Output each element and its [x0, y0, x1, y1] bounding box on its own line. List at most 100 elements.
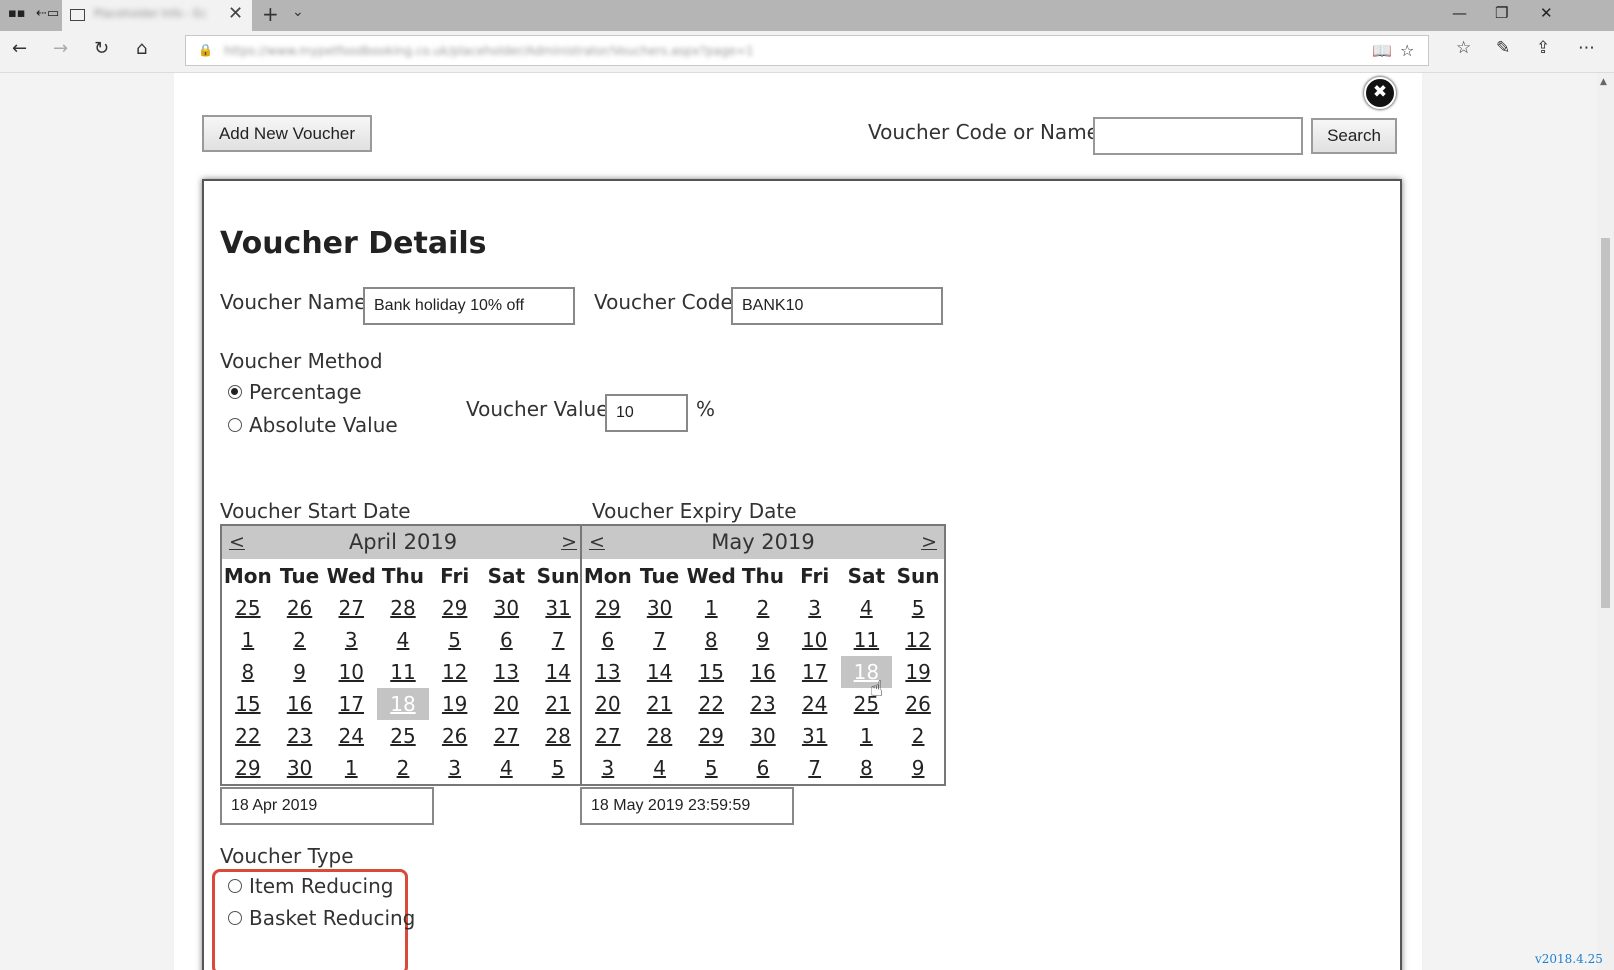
calendar-day[interactable]: 6: [582, 624, 634, 656]
calendar-day[interactable]: 2: [377, 752, 429, 784]
scroll-up-icon[interactable]: ▲: [1600, 77, 1607, 87]
type-basket-reducing-radio[interactable]: [228, 911, 242, 925]
calendar-day[interactable]: 13: [481, 656, 533, 688]
more-icon[interactable]: ⋯: [1578, 38, 1595, 58]
calendar-day[interactable]: 2: [892, 720, 944, 752]
calendar-day[interactable]: 8: [841, 752, 893, 784]
calendar-day[interactable]: 16: [737, 656, 789, 688]
calendar-day[interactable]: 5: [429, 624, 481, 656]
calendar-day[interactable]: 25: [841, 688, 893, 720]
calendar-day[interactable]: 10: [325, 656, 377, 688]
next-month-link[interactable]: >: [561, 531, 577, 553]
calendar-day[interactable]: 29: [685, 720, 737, 752]
calendar-day[interactable]: 5: [685, 752, 737, 784]
calendar-day[interactable]: 21: [634, 688, 686, 720]
calendar-day[interactable]: 6: [737, 752, 789, 784]
calendar-day[interactable]: 3: [429, 752, 481, 784]
calendar-day[interactable]: 15: [222, 688, 274, 720]
calendar-day[interactable]: 9: [274, 656, 326, 688]
calendar-day[interactable]: 25: [377, 720, 429, 752]
calendar-day[interactable]: 9: [892, 752, 944, 784]
favorites-icon[interactable]: ☆: [1456, 38, 1471, 58]
calendar-day[interactable]: 22: [222, 720, 274, 752]
calendar-day[interactable]: 12: [892, 624, 944, 656]
calendar-day[interactable]: 12: [429, 656, 481, 688]
calendar-day[interactable]: 23: [274, 720, 326, 752]
calendar-day[interactable]: 20: [582, 688, 634, 720]
address-bar[interactable]: 🔒 https://www.mypetfoodbooking.co.uk/pla…: [185, 35, 1429, 66]
calendar-day[interactable]: 20: [481, 688, 533, 720]
calendar-day[interactable]: 26: [429, 720, 481, 752]
calendar-day[interactable]: 14: [634, 656, 686, 688]
calendar-day[interactable]: 22: [685, 688, 737, 720]
voucher-code-field[interactable]: BANK10: [731, 287, 943, 325]
voucher-name-field[interactable]: Bank holiday 10% off: [363, 287, 575, 325]
refresh-icon[interactable]: ↻: [94, 38, 109, 59]
calendar-day[interactable]: 16: [274, 688, 326, 720]
new-tab-icon[interactable]: +: [262, 2, 279, 26]
calendar-day[interactable]: 4: [377, 624, 429, 656]
voucher-value-field[interactable]: 10: [605, 394, 688, 432]
restore-icon[interactable]: ❐: [1495, 4, 1508, 22]
calendar-day[interactable]: 28: [377, 592, 429, 624]
calendar-day[interactable]: 19: [429, 688, 481, 720]
calendar-day[interactable]: 7: [532, 624, 584, 656]
calendar-day[interactable]: 8: [685, 624, 737, 656]
calendar-day[interactable]: 24: [325, 720, 377, 752]
calendar-day[interactable]: 7: [789, 752, 841, 784]
calendar-day[interactable]: 11: [841, 624, 893, 656]
calendar-day[interactable]: 30: [481, 592, 533, 624]
calendar-day[interactable]: 4: [481, 752, 533, 784]
scrollbar-thumb[interactable]: [1601, 238, 1610, 608]
browser-tab[interactable]: Placeholder Info - Ec ✕: [62, 0, 252, 31]
reading-view-icon[interactable]: 📖: [1372, 41, 1392, 60]
calendar-day[interactable]: 3: [325, 624, 377, 656]
calendar-day[interactable]: 21: [532, 688, 584, 720]
calendar-day[interactable]: 18: [840, 656, 893, 688]
calendar-day[interactable]: 2: [274, 624, 326, 656]
pen-icon[interactable]: ✎: [1496, 38, 1510, 58]
calendar-day[interactable]: 5: [532, 752, 584, 784]
calendar-day[interactable]: 31: [789, 720, 841, 752]
tab-close-icon[interactable]: ✕: [228, 3, 243, 24]
calendar-day[interactable]: 4: [634, 752, 686, 784]
minimize-icon[interactable]: —: [1452, 4, 1467, 22]
calendar-day[interactable]: 11: [377, 656, 429, 688]
calendar-day[interactable]: 29: [582, 592, 634, 624]
calendar-day[interactable]: 18: [377, 688, 429, 720]
calendar-day[interactable]: 14: [532, 656, 584, 688]
type-item-reducing-radio[interactable]: [228, 879, 242, 893]
home-icon[interactable]: ⌂: [136, 38, 147, 59]
calendar-day[interactable]: 24: [789, 688, 841, 720]
calendar-day[interactable]: 1: [222, 624, 274, 656]
calendar-day[interactable]: 27: [481, 720, 533, 752]
calendar-day[interactable]: 15: [685, 656, 737, 688]
next-month-link[interactable]: >: [921, 531, 937, 553]
calendar-day[interactable]: 13: [582, 656, 634, 688]
calendar-day[interactable]: 30: [274, 752, 326, 784]
calendar-day[interactable]: 8: [222, 656, 274, 688]
calendar-day[interactable]: 25: [222, 592, 274, 624]
calendar-day[interactable]: 7: [634, 624, 686, 656]
calendar-day[interactable]: 3: [789, 592, 841, 624]
calendar-day[interactable]: 3: [582, 752, 634, 784]
calendar-day[interactable]: 5: [892, 592, 944, 624]
calendar-day[interactable]: 29: [429, 592, 481, 624]
calendar-day[interactable]: 26: [274, 592, 326, 624]
search-button[interactable]: Search: [1311, 118, 1397, 154]
expiry-date-field[interactable]: 18 May 2019 23:59:59: [580, 787, 794, 825]
calendar-day[interactable]: 23: [737, 688, 789, 720]
calendar-day[interactable]: 27: [325, 592, 377, 624]
calendar-day[interactable]: 9: [737, 624, 789, 656]
calendar-day[interactable]: 17: [325, 688, 377, 720]
calendar-day[interactable]: 26: [892, 688, 944, 720]
calendar-day[interactable]: 28: [532, 720, 584, 752]
add-new-voucher-button[interactable]: Add New Voucher: [202, 115, 372, 152]
favorite-star-icon[interactable]: ☆: [1400, 41, 1414, 60]
calendar-day[interactable]: 2: [737, 592, 789, 624]
method-percentage-radio[interactable]: [228, 385, 242, 399]
back-icon[interactable]: ←: [12, 38, 27, 59]
calendar-day[interactable]: 19: [892, 656, 944, 688]
calendar-day[interactable]: 1: [841, 720, 893, 752]
calendar-day[interactable]: 29: [222, 752, 274, 784]
